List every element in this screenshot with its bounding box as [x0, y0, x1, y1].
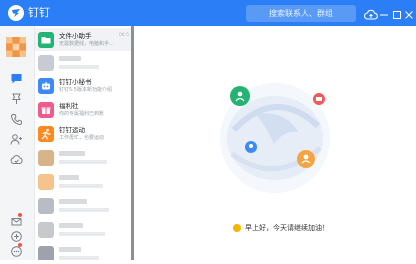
- list-scrollbar-thumb[interactable]: [131, 26, 134, 260]
- blurred-title: [59, 56, 81, 61]
- list-item[interactable]: 文件小助手 无需数据线，电脑和手… 06:5: [35, 28, 133, 51]
- close-button[interactable]: [404, 6, 414, 19]
- blurred-preview: [59, 232, 105, 236]
- list-item[interactable]: 福利社 你的专属福利已到账: [35, 98, 133, 121]
- blurred-preview: [59, 208, 109, 212]
- conversation-title: 文件小助手: [59, 32, 92, 40]
- cloud-sync-icon[interactable]: [364, 6, 378, 25]
- contacts-icon[interactable]: [10, 131, 23, 145]
- conversation-preview: 你的专属福利已到账: [59, 111, 105, 117]
- avatar: [38, 246, 54, 260]
- avatar: [38, 150, 54, 166]
- list-item[interactable]: 钉钉运动 工作再忙，也要运动: [35, 122, 133, 145]
- blurred-title: [59, 199, 87, 204]
- avatar: [38, 222, 54, 238]
- conversation-title: 福利社: [59, 102, 79, 110]
- blurred-title: [59, 223, 83, 228]
- conversation-time: 06:5: [118, 33, 129, 38]
- blurred-preview: [59, 256, 99, 260]
- user-avatar[interactable]: [6, 37, 26, 57]
- folder-icon: [38, 32, 54, 48]
- list-item[interactable]: [35, 170, 133, 193]
- mail-notification-dot: [18, 213, 22, 217]
- search-input[interactable]: 搜索联系人、群组: [246, 5, 356, 22]
- phone-icon[interactable]: [10, 111, 23, 126]
- list-item[interactable]: 钉钉小秘书 钉钉5.5版本新功能介绍: [35, 74, 133, 97]
- runner-icon: [38, 126, 54, 142]
- blurred-preview: [59, 160, 107, 164]
- more-notification-dot: [18, 243, 22, 247]
- robot-icon: [38, 78, 54, 94]
- app-title: 钉钉: [28, 6, 50, 19]
- avatar: [38, 55, 54, 71]
- list-item[interactable]: [35, 146, 133, 169]
- list-item[interactable]: [35, 242, 133, 260]
- list-item[interactable]: [35, 51, 133, 74]
- dingtalk-logo-icon: [8, 5, 24, 21]
- message-icon[interactable]: [10, 70, 23, 84]
- add-icon[interactable]: [10, 228, 23, 242]
- blurred-title: [59, 151, 85, 156]
- minimize-button[interactable]: [379, 6, 389, 18]
- list-item[interactable]: [35, 194, 133, 217]
- list-item[interactable]: [35, 218, 133, 241]
- maximize-button[interactable]: [392, 6, 402, 19]
- conversation-title: 钉钉运动: [59, 126, 85, 134]
- gift-icon: [38, 102, 54, 118]
- sun-icon: [233, 224, 241, 232]
- conversation-preview: 无需数据线，电脑和手…: [59, 41, 115, 47]
- conversation-preview: 钉钉5.5版本新功能介绍: [59, 87, 112, 93]
- greeting-text: 早上好，今天请继续加油！: [245, 224, 329, 232]
- conversation-title: 钉钉小秘书: [59, 78, 92, 86]
- title-bar: 钉钉 搜索联系人、群组: [0, 0, 416, 26]
- avatar: [38, 174, 54, 190]
- avatar: [38, 198, 54, 214]
- blurred-title: [59, 247, 81, 252]
- ding-pin-icon[interactable]: [10, 90, 23, 104]
- conversation-preview: 工作再忙，也要运动: [59, 135, 105, 141]
- blurred-preview: [59, 65, 99, 69]
- cloud-storage-icon[interactable]: [10, 151, 23, 164]
- blurred-title: [59, 175, 79, 180]
- conversation-list: 文件小助手 无需数据线，电脑和手… 06:5 钉钉小秘书 钉钉5.5版本新功能介…: [35, 26, 133, 260]
- blurred-preview: [59, 184, 103, 188]
